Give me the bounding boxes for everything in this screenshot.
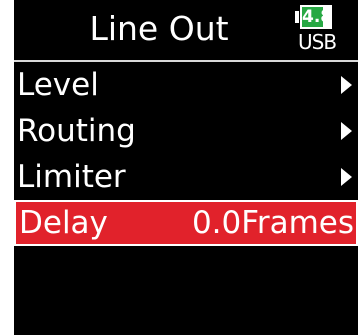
menu-item-label: Routing xyxy=(17,113,136,149)
menu-item-label: Level xyxy=(17,67,99,103)
screen-header: Line Out 4.8 USB xyxy=(14,0,358,62)
menu-item-level[interactable]: Level xyxy=(14,64,358,106)
battery-indicator: 4.8 USB xyxy=(295,4,349,56)
battery-terminal xyxy=(295,11,299,23)
device-screen: Line Out 4.8 USB Level Routing Limiter D… xyxy=(14,0,358,335)
battery-icon: 4.8 xyxy=(300,5,332,29)
chevron-right-icon xyxy=(341,76,352,94)
menu-item-routing[interactable]: Routing xyxy=(14,110,358,152)
battery-voltage: 4.8 xyxy=(302,7,333,27)
delay-value: 0.0Frames xyxy=(191,205,354,241)
chevron-right-icon xyxy=(341,122,352,140)
header-divider xyxy=(14,60,358,62)
menu-item-label: Delay xyxy=(19,205,108,241)
menu-item-delay[interactable]: Delay 0.0Frames xyxy=(14,200,358,246)
chevron-right-icon xyxy=(341,168,352,186)
power-source-label: USB xyxy=(298,30,337,54)
menu-list: Level Routing Limiter Delay 0.0Frames xyxy=(14,64,358,250)
menu-item-label: Limiter xyxy=(17,159,126,195)
screen-title: Line Out xyxy=(89,9,229,48)
menu-item-limiter[interactable]: Limiter xyxy=(14,156,358,198)
